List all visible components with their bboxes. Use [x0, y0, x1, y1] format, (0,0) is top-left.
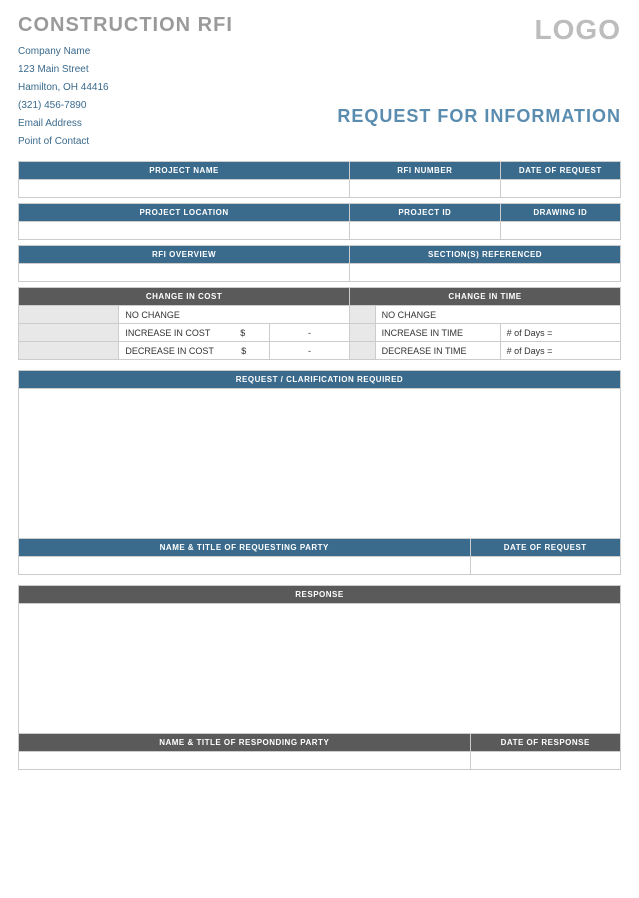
header-request-clarification: REQUEST / CLARIFICATION REQUIRED — [19, 371, 621, 389]
input-date-request-2[interactable] — [470, 557, 621, 575]
company-name: Company Name — [18, 43, 233, 61]
header-rfi-overview: RFI OVERVIEW — [19, 246, 350, 264]
header-change-cost: CHANGE IN COST — [19, 288, 350, 306]
project-info-table: PROJECT NAME RFI NUMBER DATE OF REQUEST … — [18, 161, 621, 360]
header-sections-ref: SECTION(S) REFERENCED — [350, 246, 621, 264]
input-response[interactable] — [19, 604, 621, 734]
input-requesting-party[interactable] — [19, 557, 471, 575]
input-project-id[interactable] — [350, 222, 500, 240]
company-contact: Point of Contact — [18, 133, 233, 151]
form-subtitle: REQUEST FOR INFORMATION — [337, 106, 621, 127]
company-phone: (321) 456-7890 — [18, 97, 233, 115]
label-no-change-cost: NO CHANGE — [119, 306, 350, 324]
checkbox-no-change-time[interactable] — [350, 306, 376, 324]
input-decrease-time-days[interactable]: # of Days = — [500, 342, 620, 360]
company-street: 123 Main Street — [18, 61, 233, 79]
header-responding-party: NAME & TITLE OF RESPONDING PARTY — [19, 734, 471, 752]
input-rfi-overview[interactable] — [19, 264, 350, 282]
document-title: CONSTRUCTION RFI — [18, 14, 233, 37]
header-project-id: PROJECT ID — [350, 204, 500, 222]
company-info: Company Name 123 Main Street Hamilton, O… — [18, 43, 233, 151]
input-date-response[interactable] — [470, 752, 621, 770]
checkbox-decrease-time[interactable] — [350, 342, 376, 360]
label-no-change-time: NO CHANGE — [375, 306, 620, 324]
label-decrease-cost: DECREASE IN COST $ — [119, 342, 270, 360]
header-change-time: CHANGE IN TIME — [350, 288, 621, 306]
input-decrease-cost-amount[interactable]: - — [269, 342, 349, 360]
input-increase-time-days[interactable]: # of Days = — [500, 324, 620, 342]
input-date-request[interactable] — [500, 180, 620, 198]
header-rfi-number: RFI NUMBER — [350, 162, 500, 180]
input-sections-ref[interactable] — [350, 264, 621, 282]
header-requesting-party: NAME & TITLE OF REQUESTING PARTY — [19, 539, 471, 557]
checkbox-increase-time[interactable] — [350, 324, 376, 342]
checkbox-increase-cost[interactable] — [19, 324, 119, 342]
label-decrease-time: DECREASE IN TIME — [375, 342, 500, 360]
input-drawing-id[interactable] — [500, 222, 620, 240]
checkbox-decrease-cost[interactable] — [19, 342, 119, 360]
response-table: RESPONSE NAME & TITLE OF RESPONDING PART… — [18, 585, 621, 770]
company-city: Hamilton, OH 44416 — [18, 79, 233, 97]
input-project-name[interactable] — [19, 180, 350, 198]
header-date-request: DATE OF REQUEST — [500, 162, 620, 180]
input-project-location[interactable] — [19, 222, 350, 240]
input-request-clarification[interactable] — [19, 389, 621, 539]
input-rfi-number[interactable] — [350, 180, 500, 198]
header-date-request-2: DATE OF REQUEST — [470, 539, 621, 557]
label-increase-time: INCREASE IN TIME — [375, 324, 500, 342]
input-responding-party[interactable] — [19, 752, 471, 770]
header-response: RESPONSE — [19, 586, 621, 604]
header-date-response: DATE OF RESPONSE — [470, 734, 621, 752]
label-increase-cost: INCREASE IN COST $ — [119, 324, 270, 342]
checkbox-no-change-cost[interactable] — [19, 306, 119, 324]
input-increase-cost-amount[interactable]: - — [269, 324, 349, 342]
header-project-name: PROJECT NAME — [19, 162, 350, 180]
company-email: Email Address — [18, 115, 233, 133]
logo-placeholder: LOGO — [337, 14, 621, 46]
header-project-location: PROJECT LOCATION — [19, 204, 350, 222]
header-drawing-id: DRAWING ID — [500, 204, 620, 222]
request-table: REQUEST / CLARIFICATION REQUIRED NAME & … — [18, 370, 621, 575]
